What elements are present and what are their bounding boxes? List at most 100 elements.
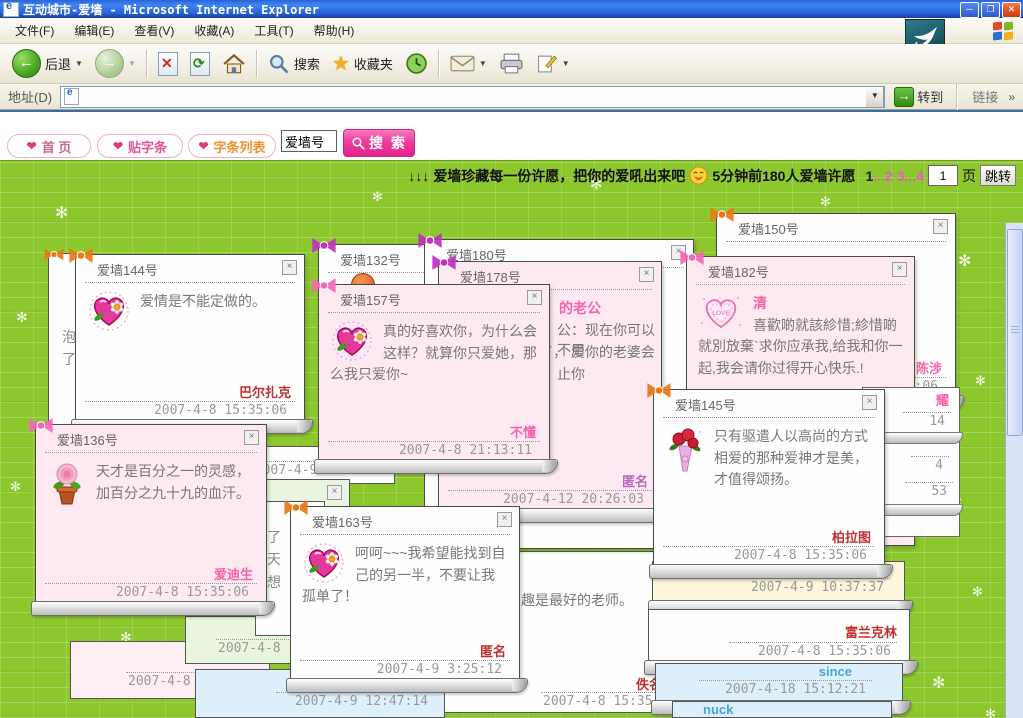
wall-search-button[interactable]: 搜 索 [343, 129, 415, 157]
links-overflow-icon[interactable]: » [1008, 90, 1019, 104]
flower-decoration: ✻ [958, 251, 971, 271]
note-body: 只有驱遣人以高尚的方式相爱的那种爱神才是美， 才值得颂扬。 [663, 418, 875, 527]
back-button[interactable]: ← 后退 ▼ [6, 47, 89, 80]
page-number-input[interactable] [928, 165, 958, 186]
refresh-button[interactable]: ⟳ [184, 50, 216, 78]
mail-dropdown-icon[interactable]: ▼ [479, 59, 487, 68]
scrollbar-thumb[interactable] [1007, 229, 1023, 436]
address-input[interactable] [82, 88, 866, 106]
paper-curl [649, 564, 893, 579]
mail-icon [450, 54, 475, 73]
close-note-icon[interactable]: × [282, 260, 297, 275]
close-note-icon[interactable]: × [892, 262, 907, 277]
toolbar-separator [438, 50, 440, 78]
note-title: 爱墙145号 [675, 395, 736, 414]
vertical-scrollbar[interactable] [1005, 223, 1023, 718]
note-signature: 富兰克林 [845, 622, 897, 641]
forward-button[interactable]: → ▼ [89, 47, 142, 80]
home-button[interactable] [216, 51, 252, 77]
go-arrow-icon: → [894, 87, 914, 107]
favorites-button[interactable]: ★ 收藏夹 [326, 49, 399, 78]
heart-icon: ❤ [27, 140, 37, 152]
page-link-3-4[interactable]: 3...4 [897, 168, 924, 184]
pin-icon [43, 245, 65, 264]
note-title: 爱墙136号 [57, 430, 118, 449]
favorites-label: 收藏夹 [354, 54, 393, 73]
note-date: 14 [903, 412, 951, 429]
pin-icon [678, 248, 706, 267]
menu-help[interactable]: 帮助(H) [305, 19, 364, 42]
nav-home-button[interactable]: ❤ 首 页 [7, 134, 91, 158]
heart-flower-icon [302, 543, 346, 583]
pin-icon [430, 253, 458, 272]
note-signature: 不懂 [328, 422, 540, 441]
page-link-2[interactable]: ...2 [873, 168, 892, 184]
edit-button[interactable]: ▼ [530, 51, 576, 76]
menu-tools[interactable]: 工具(T) [245, 19, 302, 42]
nav-list-button[interactable]: ❤ 字条列表 [188, 134, 276, 158]
address-bar: 地址(D) ▼ → 转到 链接 » [0, 84, 1023, 110]
stop-icon: ✕ [158, 52, 178, 76]
flower-decoration: ✻ [55, 203, 68, 223]
address-dropdown-icon[interactable]: ▼ [866, 86, 884, 108]
app-icon [3, 2, 19, 17]
marquee-arrows: ↓↓↓ [408, 168, 429, 184]
pin-icon [416, 231, 444, 250]
close-button[interactable]: ✕ [1002, 2, 1021, 18]
flower-decoration: ✻ [972, 584, 983, 600]
pin-icon [282, 498, 310, 517]
minimize-button[interactable]: ─ [960, 2, 979, 18]
menu-favorites[interactable]: 收藏(A) [185, 19, 243, 42]
menu-edit[interactable]: 编辑(E) [65, 19, 123, 42]
history-button[interactable] [399, 50, 434, 77]
close-note-icon[interactable]: × [933, 219, 948, 234]
close-note-icon[interactable]: × [527, 290, 542, 305]
star-icon: ★ [332, 51, 350, 76]
menu-file[interactable]: 文件(F) [6, 19, 63, 42]
go-button[interactable]: → 转到 [889, 87, 948, 107]
address-separator [956, 83, 958, 111]
note-signature: 耀 [936, 390, 949, 409]
note-date: 53 [905, 482, 953, 499]
note-card-136: 爱墙136号 × 天才是百分之一的灵感，加百分之九十九的血汗。 爱迪生 2007… [35, 424, 267, 604]
note-title: 爱墙150号 [738, 219, 799, 238]
print-button[interactable] [493, 51, 530, 76]
wall-search-label: 搜 索 [369, 133, 407, 153]
home-icon [222, 53, 246, 75]
search-button[interactable]: 搜索 [262, 51, 326, 77]
note-text: 了， 爱你的老婆会 [539, 342, 655, 362]
flower-decoration: ✻ [932, 673, 945, 693]
nav-post-button[interactable]: ❤ 贴字条 [97, 134, 183, 158]
paper-curl [286, 678, 528, 693]
nav-list-label: 字条列表 [214, 137, 266, 156]
maximize-button[interactable]: ❐ [981, 2, 1000, 18]
close-note-icon[interactable]: × [862, 395, 877, 410]
history-icon [405, 52, 428, 75]
back-dropdown-icon[interactable]: ▼ [75, 59, 83, 68]
edit-dropdown-icon[interactable]: ▼ [562, 59, 570, 68]
marquee-stat: 5分钟前180人爱墙许愿 [712, 166, 855, 186]
close-note-icon[interactable]: × [497, 512, 512, 527]
pin-icon [310, 276, 338, 295]
links-label[interactable]: 链接 [966, 87, 1004, 106]
browser-toolbar: ← 后退 ▼ → ▼ ✕ ⟳ 搜索 ★ 收藏夹 ▼ ▼ [0, 44, 1023, 84]
toolbar-separator [146, 50, 148, 78]
note-title: 爱墙163号 [312, 512, 373, 531]
note-signature: since [819, 664, 852, 679]
heart-love-icon [698, 293, 744, 333]
site-nav-bar: ❤ 首 页 ❤ 贴字条 ❤ 字条列表 搜 索 [0, 122, 1023, 160]
note-card-157: 爱墙157号 × 真的好喜欢你，为什么会这样？就算你只爱她，那么我只爱你~ 不懂… [318, 284, 550, 462]
note-title: 爱墙132号 [340, 250, 401, 269]
forward-dropdown-icon: ▼ [128, 59, 136, 68]
close-note-icon[interactable]: × [244, 430, 259, 445]
stop-button[interactable]: ✕ [152, 50, 184, 78]
windows-logo-icon [993, 22, 1015, 42]
wall-number-input[interactable] [281, 130, 337, 152]
menu-view[interactable]: 查看(V) [125, 19, 183, 42]
note-title: 爱墙182号 [708, 262, 769, 281]
close-note-icon[interactable]: × [327, 485, 342, 500]
note-card-144: 爱墙144号 × 爱情是不能定做的。 巴尔扎克 2007-4-8 15:35:0… [75, 254, 305, 422]
mail-button[interactable]: ▼ [444, 52, 493, 75]
close-note-icon[interactable]: × [639, 267, 654, 282]
jump-button[interactable]: 跳转 [980, 165, 1016, 186]
